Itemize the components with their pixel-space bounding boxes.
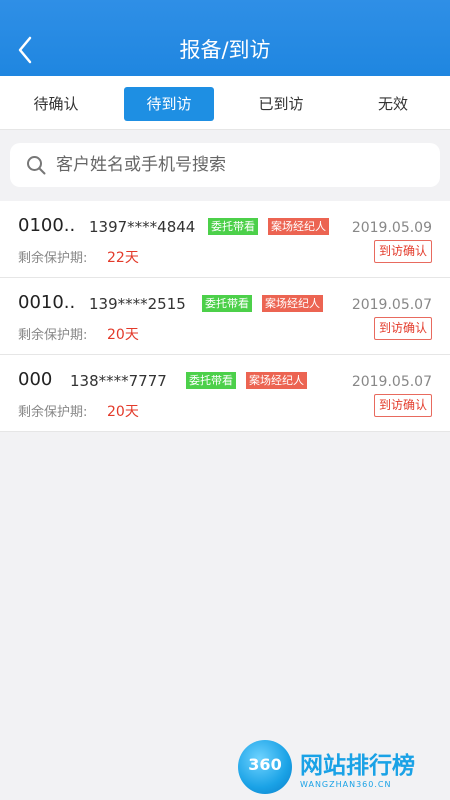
tab-pending-confirm[interactable]: 待确认 [11, 87, 101, 121]
protection-value: 20天 [107, 327, 139, 343]
protection-value: 22天 [107, 250, 139, 266]
watermark-url: WANGZHAN360.CN [300, 780, 392, 789]
search-icon [27, 156, 46, 175]
agent-badge: 案场经纪人 [268, 218, 329, 235]
agent-badge: 案场经纪人 [262, 295, 323, 312]
list-item[interactable]: 0100.. 1397****4844 委托带看 案场经纪人 2019.05.0… [0, 201, 450, 278]
customer-phone: 139****2515 [89, 295, 186, 313]
tab-invalid[interactable]: 无效 [348, 87, 438, 121]
watermark-logo: 360 网站排行榜 WANGZHAN360.CN [238, 740, 448, 796]
page-title: 报备/到访 [179, 38, 271, 62]
commission-badge: 委托带看 [186, 372, 236, 389]
list-item[interactable]: 0010.. 139****2515 委托带看 案场经纪人 2019.05.07… [0, 278, 450, 355]
commission-badge: 委托带看 [202, 295, 252, 312]
record-date: 2019.05.09 [351, 220, 432, 236]
protection-label: 剩余保护期: [18, 405, 88, 420]
visit-confirm-button[interactable]: 到访确认 [373, 240, 432, 263]
watermark-text: 网站排行榜 [300, 753, 415, 779]
commission-badge: 委托带看 [208, 218, 258, 235]
agent-badge: 案场经纪人 [246, 372, 307, 389]
customer-name: 000 [18, 369, 53, 390]
list-item[interactable]: 000 138****7777 委托带看 案场经纪人 2019.05.07 剩余… [0, 355, 450, 432]
search-area [0, 131, 450, 201]
protection-label: 剩余保护期: [18, 328, 88, 343]
tab-visited[interactable]: 已到访 [236, 87, 326, 121]
customer-phone: 1397****4844 [89, 218, 196, 236]
search-input[interactable] [56, 151, 426, 179]
status-tabs: 待确认 待到访 已到访 无效 [0, 76, 450, 130]
search-box[interactable] [10, 143, 440, 187]
tab-pending-visit[interactable]: 待到访 [124, 87, 214, 121]
record-date: 2019.05.07 [351, 374, 432, 390]
header-bar: 报备/到访 [0, 0, 450, 76]
record-date: 2019.05.07 [351, 297, 432, 313]
visit-confirm-button[interactable]: 到访确认 [373, 394, 432, 417]
customer-name: 0010.. [18, 292, 76, 313]
visit-confirm-button[interactable]: 到访确认 [373, 317, 432, 340]
customer-phone: 138****7777 [70, 372, 167, 390]
customer-name: 0100.. [18, 215, 76, 236]
protection-value: 20天 [107, 404, 139, 420]
watermark-number: 360 [248, 755, 282, 774]
protection-label: 剩余保护期: [18, 251, 88, 266]
record-list: 0100.. 1397****4844 委托带看 案场经纪人 2019.05.0… [0, 201, 450, 432]
